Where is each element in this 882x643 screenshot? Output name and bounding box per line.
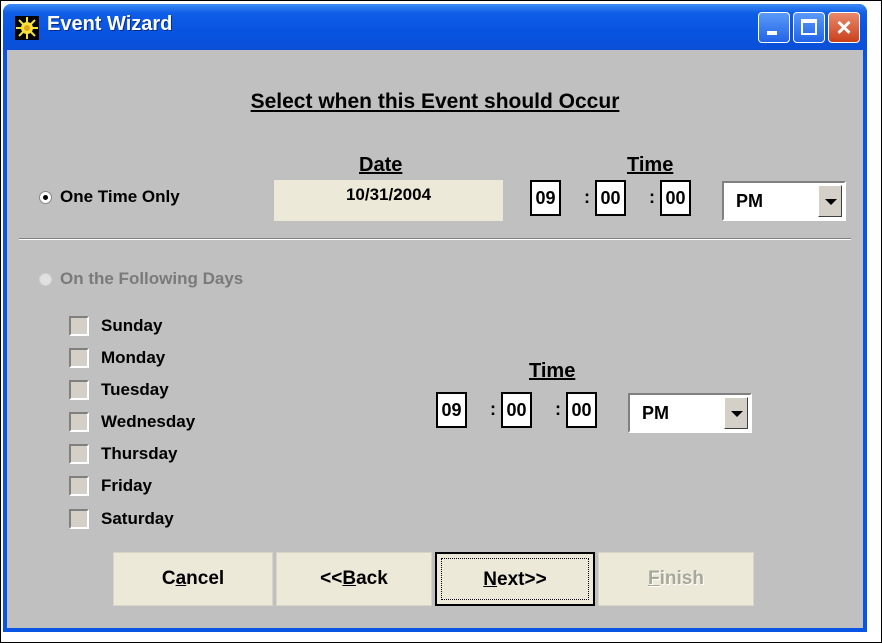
window-title: Event Wizard [47,13,173,35]
dropdown-arrow-button[interactable] [818,185,842,217]
one-time-ampm-value: PM [736,191,763,211]
day-checkbox-row[interactable]: Sunday [69,316,162,336]
event-wizard-window: Event Wizard × Select when this Event sh… [3,4,867,632]
finish-label-end: inish [659,568,704,589]
cancel-label-end: ncel [186,568,225,589]
time-separator: : [584,187,590,207]
back-label-start: << [320,568,343,589]
one-time-ampm-select[interactable]: PM [722,181,846,221]
one-time-second-input[interactable]: 00 [660,180,691,216]
day-label: Tuesday [101,380,169,399]
time-separator: : [555,399,561,419]
date-label: Date [359,154,403,176]
following-days-label: On the Following Days [60,269,244,288]
day-label: Monday [101,348,166,367]
wizard-client-area: Select when this Event should Occur One … [7,50,863,628]
page-heading: Select when this Event should Occur [250,90,620,113]
sun-burst-icon [15,16,39,40]
title-bar[interactable]: Event Wizard × [3,4,867,50]
close-icon: × [836,12,852,42]
next-button[interactable]: Next>> [435,552,595,606]
minimize-button[interactable] [758,12,790,43]
time-label-one-time: Time [627,154,674,176]
day-label: Thursday [101,444,178,463]
day-checkbox-row[interactable]: Monday [69,348,165,368]
recurring-second-input[interactable]: 00 [566,392,597,428]
back-button[interactable]: <<Back [276,552,432,606]
day-checkbox-row[interactable]: Saturday [69,509,174,529]
time-separator: : [649,187,655,207]
back-label-end: ack [356,568,388,589]
maximize-button[interactable] [793,12,825,43]
maximize-icon [801,19,817,35]
day-checkbox-row[interactable]: Friday [69,476,152,496]
minimize-icon [767,31,777,35]
recurring-minute-input[interactable]: 00 [501,392,532,428]
chevron-down-icon [731,411,743,417]
day-checkbox[interactable] [69,380,89,400]
one-time-hour-input[interactable]: 09 [530,180,561,216]
day-checkbox-row[interactable]: Tuesday [69,380,169,400]
day-label: Sunday [101,316,163,335]
day-label: Wednesday [101,412,196,431]
one-time-minute-input[interactable]: 00 [595,180,626,216]
day-checkbox-row[interactable]: Thursday [69,444,178,464]
time-label-recurring: Time [529,360,576,382]
one-time-radio[interactable] [39,190,52,204]
back-label-accesskey: B [342,568,357,589]
finish-label-accesskey: F [648,568,660,589]
time-separator: : [490,399,496,419]
chevron-down-icon [825,199,837,205]
day-checkbox[interactable] [69,476,89,496]
one-time-label: One Time Only [60,187,180,206]
cancel-label-accesskey: a [175,568,187,589]
finish-button[interactable]: Finish [598,552,754,606]
day-label: Saturday [101,509,174,528]
following-days-radio[interactable] [39,272,52,286]
recurring-ampm-select[interactable]: PM [628,393,752,433]
close-button[interactable]: × [828,12,860,43]
day-checkbox-row[interactable]: Wednesday [69,412,195,432]
day-checkbox[interactable] [69,412,89,432]
recurring-ampm-value: PM [642,403,669,423]
day-checkbox[interactable] [69,509,89,529]
focus-rectangle [441,558,589,600]
cancel-label-start: C [161,568,176,589]
date-field[interactable]: 10/31/2004 [274,180,503,221]
day-checkbox[interactable] [69,444,89,464]
section-divider [19,238,851,240]
day-checkbox[interactable] [69,316,89,336]
dropdown-arrow-button[interactable] [724,397,748,429]
day-checkbox[interactable] [69,348,89,368]
day-label: Friday [101,476,153,495]
recurring-hour-input[interactable]: 09 [436,392,467,428]
following-days-option[interactable]: On the Following Days [39,269,243,289]
cancel-button[interactable]: Cancel [113,552,273,606]
one-time-only-option[interactable]: One Time Only [39,187,180,207]
